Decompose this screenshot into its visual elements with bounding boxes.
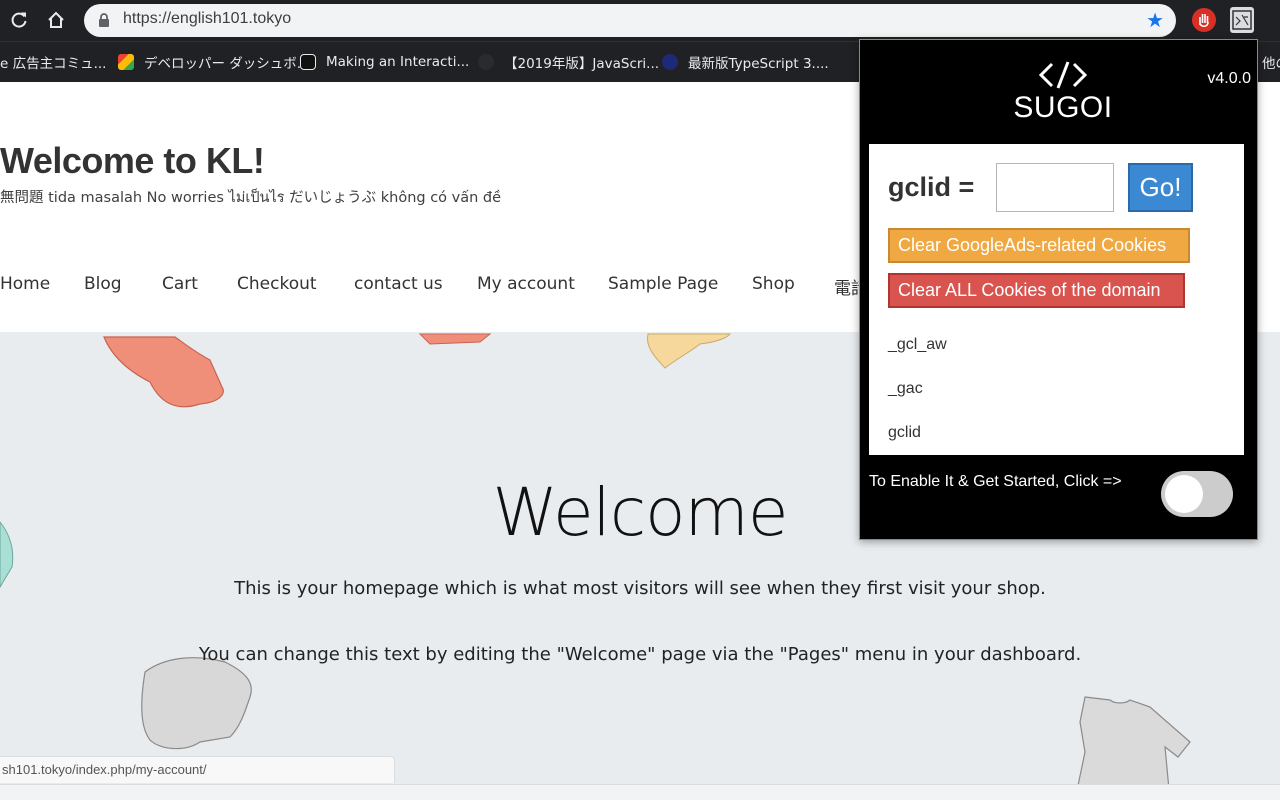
toggle-knob[interactable] [1165,475,1203,513]
stop-extension-icon[interactable] [1192,8,1216,32]
clear-googleads-cookies-button[interactable]: Clear GoogleAds-related Cookies [888,228,1190,263]
sugoi-popup: SUGOI v4.0.0 gclid = Go! Clear GoogleAds… [859,39,1258,540]
url-text[interactable]: https://english101.tokyo [123,10,291,28]
bookmark-item[interactable]: 最新版TypeScript 3.... [662,52,829,72]
bottom-bar [0,784,1280,800]
site-title[interactable]: Welcome to KL! [0,140,265,182]
nav-item-blog[interactable]: Blog [84,274,122,294]
reload-icon[interactable] [7,8,31,32]
star-icon[interactable]: ★ [1146,10,1164,30]
status-bar-url: sh101.tokyo/index.php/my-account/ [0,756,395,783]
nav-item-shop[interactable]: Shop [752,274,795,294]
lock-icon [99,13,109,27]
browser-toolbar: https://english101.tokyo ★ [0,0,1280,41]
bookmark-label: 最新版TypeScript 3.... [688,56,829,72]
nav-item-my-account[interactable]: My account [477,274,575,294]
bookmark-label: デベロッパー ダッシュボ... [144,56,310,72]
bookmark-favicon-icon [118,54,134,70]
clear-all-cookies-button[interactable]: Clear ALL Cookies of the domain [888,273,1185,308]
gclid-label: gclid = [888,172,975,202]
bookmark-item[interactable]: 他の [1262,52,1280,72]
cookie-item: _gcl_aw [888,336,947,353]
gclid-input[interactable] [996,163,1114,212]
bookmark-favicon-icon [300,54,316,70]
bookmark-item[interactable]: 【2019年版】JavaScri... [478,52,659,72]
home-icon[interactable] [44,8,68,32]
popup-panel: gclid = Go! Clear GoogleAds-related Cook… [869,144,1244,455]
version-label: v4.0.0 [1207,70,1251,87]
bookmark-label: e 広告主コミュ... [0,56,107,72]
bookmark-label: 【2019年版】JavaScri... [504,56,660,72]
nav-item-contact-us[interactable]: contact us [354,274,443,294]
instruction-paragraph: You can change this text by editing the … [198,644,1082,665]
cookie-item: gclid [888,424,921,441]
brand-name: SUGOI [1013,91,1113,124]
nav-item-sample-page[interactable]: Sample Page [608,274,718,294]
sugoi-extension-icon[interactable] [1230,7,1254,33]
bookmark-item[interactable]: e 広告主コミュ... [0,52,106,72]
nav-item-checkout[interactable]: Checkout [237,274,317,294]
address-bar[interactable]: https://english101.tokyo ★ [84,4,1176,37]
popup-logo: SUGOI [1010,60,1116,124]
nav-item-home[interactable]: Home [0,274,50,294]
bookmark-label: 他の [1262,56,1280,72]
nav-item-cart[interactable]: Cart [162,274,198,294]
bookmark-favicon-icon [662,54,678,70]
bookmark-label: Making an Interacti... [326,54,470,70]
code-icon [1038,61,1088,89]
intro-paragraph: This is your homepage which is what most… [234,578,1046,599]
go-button[interactable]: Go! [1128,163,1193,212]
site-tagline: 無問題 tida masalah No worries ไม่เป็นไร だい… [0,190,502,206]
bookmark-item[interactable]: デベロッパー ダッシュボ... [118,52,310,72]
enable-toggle[interactable] [1161,471,1233,517]
bookmark-item[interactable]: Making an Interacti... [300,52,469,72]
enable-instruction: To Enable It & Get Started, Click => [869,473,1122,490]
cookie-item: _gac [888,380,923,397]
bookmark-favicon-icon [478,54,494,70]
